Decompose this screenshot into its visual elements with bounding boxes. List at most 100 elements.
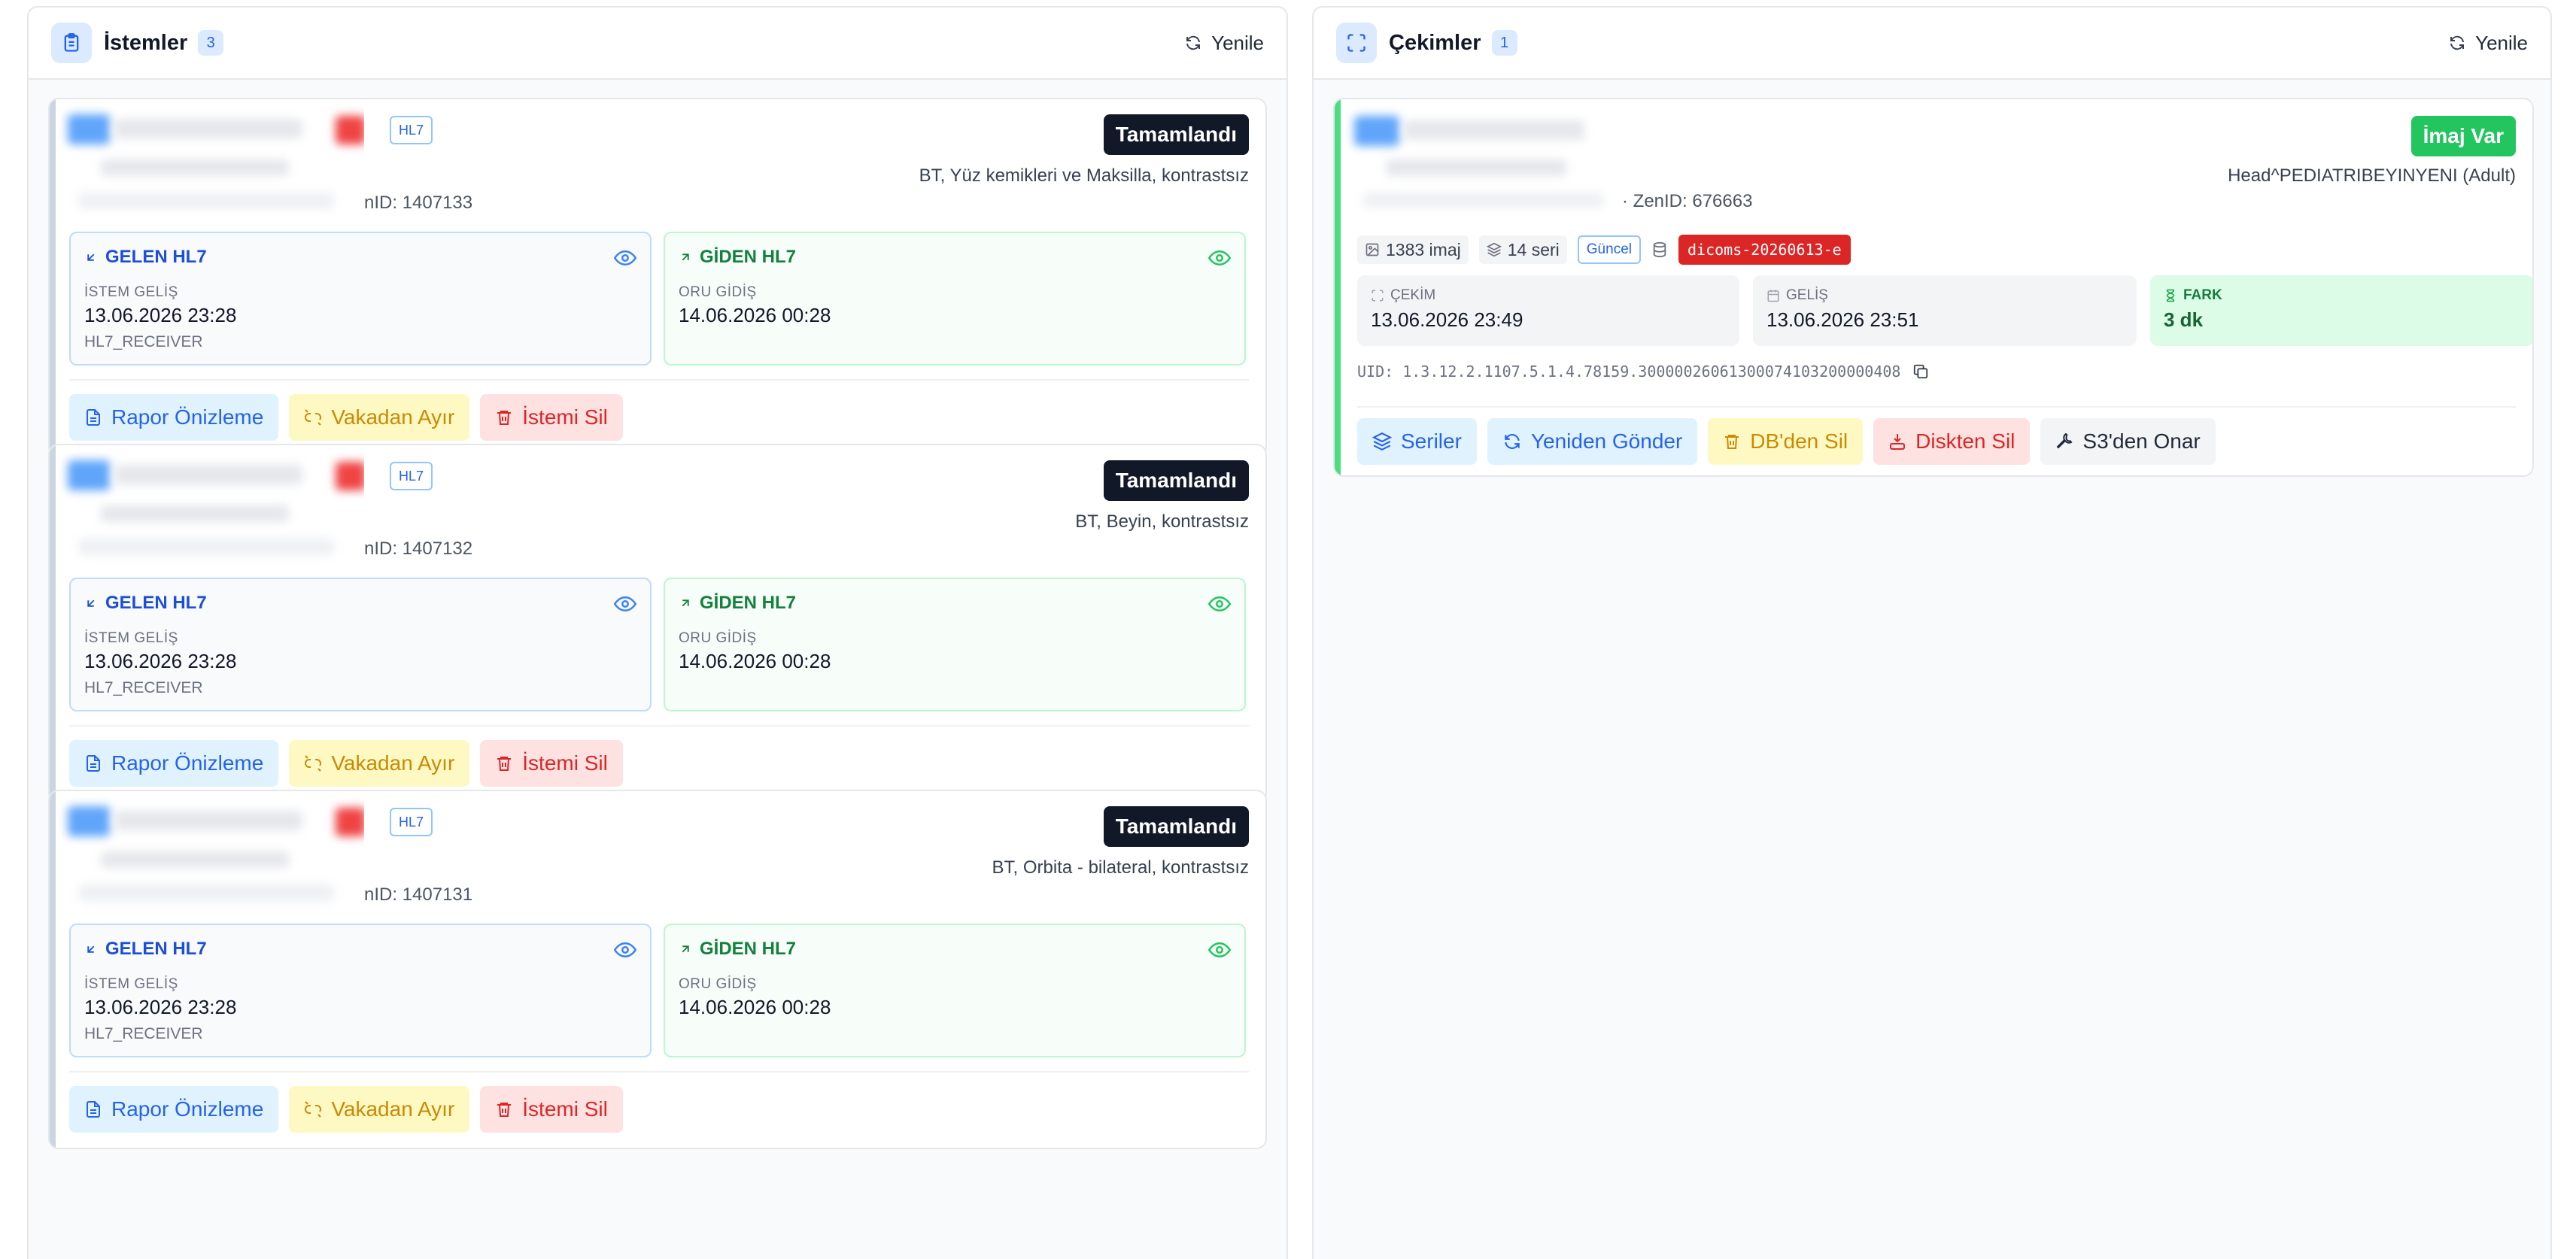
incoming-label: İSTEM GELİŞ xyxy=(84,284,178,300)
s3-repair-button[interactable]: S3'den Onar xyxy=(2040,418,2216,465)
detach-button[interactable]: Vakadan Ayır xyxy=(289,740,470,787)
wrench-icon xyxy=(2056,432,2073,449)
series-button[interactable]: Seriler xyxy=(1357,418,1477,465)
study-card: İmaj Var Head^PEDIATRIBEYINYENI (Adult) … xyxy=(1333,98,2534,477)
hl7-tag: HL7 xyxy=(390,462,433,490)
order-zen-id: nID: 1407132 xyxy=(364,538,473,559)
refresh-label: Yenile xyxy=(2475,31,2528,54)
order-card-accent-bar xyxy=(50,791,56,1148)
incoming-hl7-box: GELEN HL7 İSTEM GELİŞ 13.06.2026 23:28 H… xyxy=(69,232,652,366)
capture-label-row: ÇEKİM xyxy=(1371,287,1726,304)
outgoing-hl7-header: GİDEN HL7 xyxy=(679,593,1231,614)
studies-refresh-button[interactable]: Yenile xyxy=(2448,32,2528,55)
orders-panel-header: İstemler 3 Yenile xyxy=(29,8,1286,80)
detach-label: Vakadan Ayır xyxy=(331,1097,455,1121)
hl7-tag: HL7 xyxy=(390,116,433,144)
divider xyxy=(1357,406,2516,408)
incoming-receiver: HL7_RECEIVER xyxy=(84,679,203,696)
order-actions: Rapor Önizleme Vakadan Ayır İstemi Sil xyxy=(69,394,623,441)
difference-box: FARK 3 dk xyxy=(2150,275,2532,346)
trash-icon xyxy=(497,757,512,771)
scan-icon xyxy=(1336,23,1377,63)
report-preview-button[interactable]: Rapor Önizleme xyxy=(69,1086,279,1133)
study-uid: UID: 1.3.12.2.1107.5.1.4.78159.300000260… xyxy=(1357,363,1901,381)
study-card-accent-bar xyxy=(1335,99,1341,475)
eye-icon[interactable] xyxy=(1208,247,1231,269)
series-button-label: Seriler xyxy=(1401,429,1462,453)
incoming-datetime: 13.06.2026 23:28 xyxy=(84,650,237,672)
file-text-icon xyxy=(87,409,100,426)
arrival-time-box: GELİŞ 13.06.2026 23:51 xyxy=(1753,275,2137,346)
incoming-hl7-title: GELEN HL7 xyxy=(105,593,207,613)
order-actions: Rapor Önizleme Vakadan Ayır İstemi Sil xyxy=(69,740,623,787)
eye-icon[interactable] xyxy=(1208,939,1231,961)
eye-icon[interactable] xyxy=(614,939,636,961)
unlink-icon xyxy=(305,755,322,772)
arrival-label-row: GELİŞ xyxy=(1766,287,2123,304)
delete-order-button[interactable]: İstemi Sil xyxy=(480,740,623,787)
resend-button[interactable]: Yeniden Gönder xyxy=(1487,418,1698,465)
delete-order-button[interactable]: İstemi Sil xyxy=(480,394,623,441)
arrow-up-right-icon xyxy=(682,253,689,261)
order-actions: Rapor Önizleme Vakadan Ayır İstemi Sil xyxy=(69,1086,623,1133)
delete-order-button[interactable]: İstemi Sil xyxy=(480,1086,623,1133)
arrow-down-left-icon xyxy=(87,599,95,607)
divider xyxy=(69,1071,1249,1072)
eye-icon[interactable] xyxy=(614,247,636,269)
orders-panel-title: İstemler xyxy=(104,30,188,55)
arrow-down-left-icon xyxy=(87,253,95,261)
s3-repair-label: S3'den Onar xyxy=(2082,429,2201,453)
order-card: HL7 Tamamlandı BT, Beyin, kontrastsız nI… xyxy=(48,444,1267,803)
studies-panel-title: Çekimler xyxy=(1389,30,1481,55)
eye-icon[interactable] xyxy=(1208,593,1231,615)
file-text-icon xyxy=(87,1101,100,1118)
order-card: HL7 Tamamlandı BT, Yüz kemikleri ve Maks… xyxy=(48,98,1267,457)
detach-button[interactable]: Vakadan Ayır xyxy=(289,1086,470,1133)
report-preview-button[interactable]: Rapor Önizleme xyxy=(69,740,279,787)
refresh-icon xyxy=(1505,434,1520,449)
report-preview-button[interactable]: Rapor Önizleme xyxy=(69,394,279,441)
studies-panel: Çekimler 1 Yenile İmaj Var Head^PEDIATRI… xyxy=(1312,6,2552,1259)
redacted-patient-info xyxy=(56,791,364,930)
studies-panel-header: Çekimler 1 Yenile xyxy=(1314,8,2550,80)
detach-label: Vakadan Ayır xyxy=(331,751,455,775)
series-count-chip: 14 seri xyxy=(1478,235,1567,264)
detach-button[interactable]: Vakadan Ayır xyxy=(289,394,470,441)
incoming-datetime: 13.06.2026 23:28 xyxy=(84,304,237,326)
outgoing-hl7-box: GİDEN HL7 ORU GİDİŞ 14.06.2026 00:28 xyxy=(664,578,1246,711)
copy-icon[interactable] xyxy=(1912,363,1929,380)
eye-icon[interactable] xyxy=(614,593,636,615)
layers-icon xyxy=(1486,242,1502,257)
order-zen-id: nID: 1407131 xyxy=(364,884,473,905)
capture-value: 13.06.2026 23:49 xyxy=(1371,308,1523,331)
study-meta-row: 1383 imaj 14 seri Güncel dicoms-20260613… xyxy=(1357,235,1851,265)
db-delete-button[interactable]: DB'den Sil xyxy=(1708,418,1864,465)
outgoing-hl7-header: GİDEN HL7 xyxy=(679,939,1231,960)
orders-panel: İstemler 3 Yenile HL7 Tamamlandı BT, Yüz… xyxy=(27,6,1288,1259)
status-badge: Tamamlandı xyxy=(1103,806,1249,847)
study-zen-id: · ZenID: 676663 xyxy=(1622,191,1753,211)
image-count: 1383 imaj xyxy=(1386,239,1461,259)
order-card-accent-bar xyxy=(50,445,56,802)
arrival-label: GELİŞ xyxy=(1786,287,1828,303)
orders-refresh-button[interactable]: Yenile xyxy=(1184,32,1264,55)
arrow-down-left-icon xyxy=(87,945,95,953)
orders-count-badge: 3 xyxy=(198,30,224,56)
studies-count-badge: 1 xyxy=(1491,30,1517,56)
outgoing-hl7-title: GİDEN HL7 xyxy=(700,593,797,613)
order-procedure: BT, Yüz kemikleri ve Maksilla, kontrasts… xyxy=(919,165,1249,186)
disk-delete-button[interactable]: Diskten Sil xyxy=(1873,418,2031,465)
disk-delete-label: Diskten Sil xyxy=(1915,429,2016,453)
incoming-datetime: 13.06.2026 23:28 xyxy=(84,996,237,1018)
arrow-up-right-icon xyxy=(682,599,689,607)
incoming-hl7-title: GELEN HL7 xyxy=(105,247,207,267)
report-preview-label: Rapor Önizleme xyxy=(111,751,264,775)
hard-drive-download-icon xyxy=(1890,434,1906,450)
resend-button-label: Yeniden Gönder xyxy=(1530,429,1683,453)
trash-icon xyxy=(497,1103,512,1117)
status-badge: İmaj Var xyxy=(2410,116,2516,156)
current-badge: Güncel xyxy=(1577,235,1641,264)
order-card: HL7 Tamamlandı BT, Orbita - bilateral, k… xyxy=(48,790,1267,1149)
trash-icon xyxy=(1725,435,1739,449)
study-uid-row: UID: 1.3.12.2.1107.5.1.4.78159.300000260… xyxy=(1357,363,1929,381)
